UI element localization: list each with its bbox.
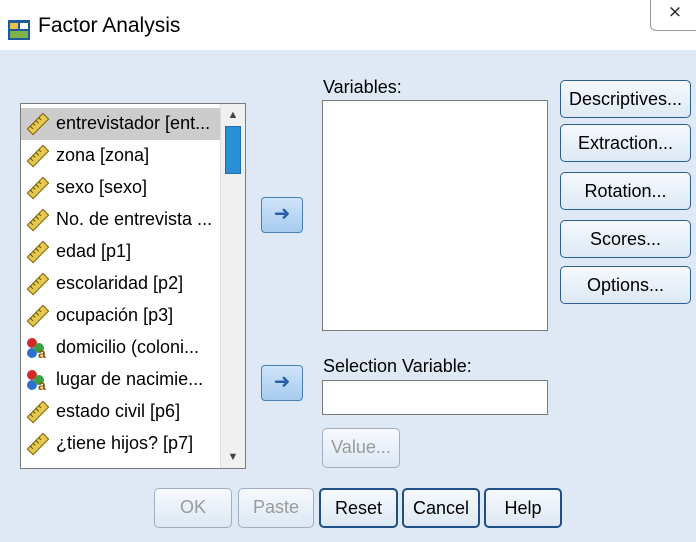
scale-ruler-icon (25, 400, 51, 424)
variable-label: estado civil [p6] (56, 401, 181, 421)
variable-label: ocupación [p3] (56, 305, 174, 325)
variable-list-item[interactable]: zona [zona] (21, 140, 220, 172)
variable-label: entrevistador [ent... (56, 113, 211, 133)
scroll-down-arrow[interactable]: ▼ (221, 448, 245, 466)
variables-list[interactable] (322, 100, 548, 331)
ok-button[interactable]: OK (154, 488, 232, 528)
help-button[interactable]: Help (484, 488, 562, 528)
variable-list-item[interactable]: ocupación [p3] (21, 300, 220, 332)
variable-label: lugar de nacimie... (56, 369, 204, 389)
close-icon[interactable]: ⨯ (668, 2, 682, 21)
window-title: Factor Analysis (38, 14, 181, 37)
rotation-button[interactable]: Rotation... (560, 172, 691, 210)
value-button[interactable]: Value... (322, 428, 400, 468)
source-list-scrollbar[interactable]: ▲ ▼ (220, 104, 245, 468)
variable-label: escolaridad [p2] (56, 273, 184, 293)
scale-ruler-icon (25, 240, 51, 264)
title-bar: Factor Analysis ⨯ (0, 0, 696, 50)
cancel-button[interactable]: Cancel (402, 488, 480, 528)
variable-label: edad [p1] (56, 241, 132, 261)
variable-label: No. de entrevista ... (56, 209, 213, 229)
selection-variable-field[interactable] (322, 380, 548, 415)
nominal-string-icon: a (25, 368, 51, 393)
move-to-variables-button[interactable]: ➜ (261, 197, 303, 233)
scale-ruler-icon (25, 144, 51, 168)
options-button[interactable]: Options... (560, 266, 691, 304)
variable-list-item[interactable]: a lugar de nacimie... (21, 364, 220, 396)
scroll-up-arrow[interactable]: ▲ (221, 106, 245, 124)
variable-list-item[interactable]: entrevistador [ent... (21, 108, 220, 140)
close-button[interactable]: ⨯ (650, 0, 696, 31)
scale-ruler-icon (25, 272, 51, 296)
paste-button[interactable]: Paste (238, 488, 314, 528)
variable-list-item[interactable]: escolaridad [p2] (21, 268, 220, 300)
variables-label: Variables: (323, 77, 402, 97)
scale-ruler-icon (25, 304, 51, 328)
spss-dialog-icon (8, 20, 30, 40)
arrow-right-icon: ➜ (273, 371, 291, 393)
variable-label: zona [zona] (56, 145, 150, 165)
scores-button[interactable]: Scores... (560, 220, 691, 258)
arrow-right-icon: ➜ (273, 203, 291, 225)
variable-label: sexo [sexo] (56, 177, 148, 197)
svg-text:a: a (38, 345, 46, 360)
move-to-selection-button[interactable]: ➜ (261, 365, 303, 401)
variable-list-item[interactable]: sexo [sexo] (21, 172, 220, 204)
variable-label: ¿tiene hijos? [p7] (56, 433, 194, 453)
variable-list-item[interactable]: estado civil [p6] (21, 396, 220, 428)
variable-list-item[interactable]: a domicilio (coloni... (21, 332, 220, 364)
variable-list-item[interactable]: ¿tiene hijos? [p7] (21, 428, 220, 460)
variable-label: domicilio (coloni... (56, 337, 200, 357)
svg-text:a: a (38, 377, 46, 392)
scale-ruler-icon (25, 176, 51, 200)
scale-ruler-icon (25, 208, 51, 232)
scale-ruler-icon (25, 432, 51, 456)
descriptives-button[interactable]: Descriptives... (560, 80, 691, 118)
reset-button[interactable]: Reset (319, 488, 398, 528)
variable-list-item[interactable]: No. de entrevista ... (21, 204, 220, 236)
selection-variable-label: Selection Variable: (323, 356, 472, 376)
nominal-string-icon: a (25, 336, 51, 361)
variable-list-item[interactable]: edad [p1] (21, 236, 220, 268)
scroll-thumb[interactable] (225, 126, 241, 174)
source-variable-list[interactable]: entrevistador [ent... zona [zona] sexo [se… (20, 103, 246, 469)
extraction-button[interactable]: Extraction... (560, 124, 691, 162)
scale-ruler-icon (25, 112, 51, 136)
